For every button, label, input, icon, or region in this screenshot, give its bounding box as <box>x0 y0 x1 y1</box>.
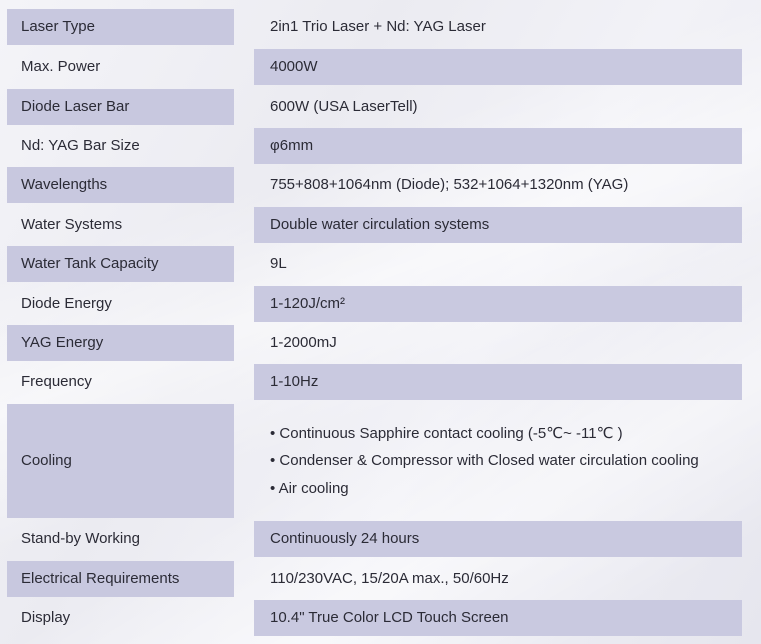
cooling-list: • Continuous Sapphire contact cooling (-… <box>254 404 742 518</box>
spec-value: 10.4" True Color LCD Touch Screen <box>254 600 742 636</box>
spec-label: Max. Power <box>21 58 101 76</box>
spec-value: 110/230VAC, 15/20A max., 50/60Hz <box>270 570 509 588</box>
spec-label: Nd: YAG Bar Size <box>21 137 140 155</box>
spec-label: Frequency <box>21 373 92 391</box>
spec-value: Continuously 24 hours <box>254 521 742 557</box>
spec-label: Cooling <box>7 404 234 518</box>
spec-label: Diode Energy <box>21 295 112 313</box>
spec-label: Stand-by Working <box>21 530 140 548</box>
spec-value: Double water circulation systems <box>254 207 742 243</box>
cooling-item: • Condenser & Compressor with Closed wat… <box>270 452 699 470</box>
spec-value: 1-2000mJ <box>270 334 337 352</box>
spec-value: 755+808+1064nm (Diode); 532+1064+1320nm … <box>270 176 629 194</box>
spec-label: Display <box>21 609 71 627</box>
spec-label: Wavelengths <box>7 167 234 203</box>
spec-value: φ6mm <box>254 128 742 164</box>
spec-value: 9L <box>270 255 287 273</box>
spec-value: 1-120J/cm² <box>254 286 742 322</box>
spec-label: Electrical Requirements <box>7 561 234 597</box>
cooling-item: • Continuous Sapphire contact cooling (-… <box>270 425 623 443</box>
spec-label: Water Tank Capacity <box>7 246 234 282</box>
cooling-item: • Air cooling <box>270 479 349 497</box>
spec-value: 600W (USA LaserTell) <box>270 98 418 116</box>
spec-value: 2in1 Trio Laser + Nd: YAG Laser <box>270 18 486 36</box>
spec-label: Diode Laser Bar <box>7 89 234 125</box>
spec-label: YAG Energy <box>7 325 234 361</box>
spec-label: Water Systems <box>21 216 123 234</box>
spec-label: Laser Type <box>7 9 234 45</box>
spec-value: 4000W <box>254 49 742 85</box>
spec-value: 1-10Hz <box>254 364 742 400</box>
